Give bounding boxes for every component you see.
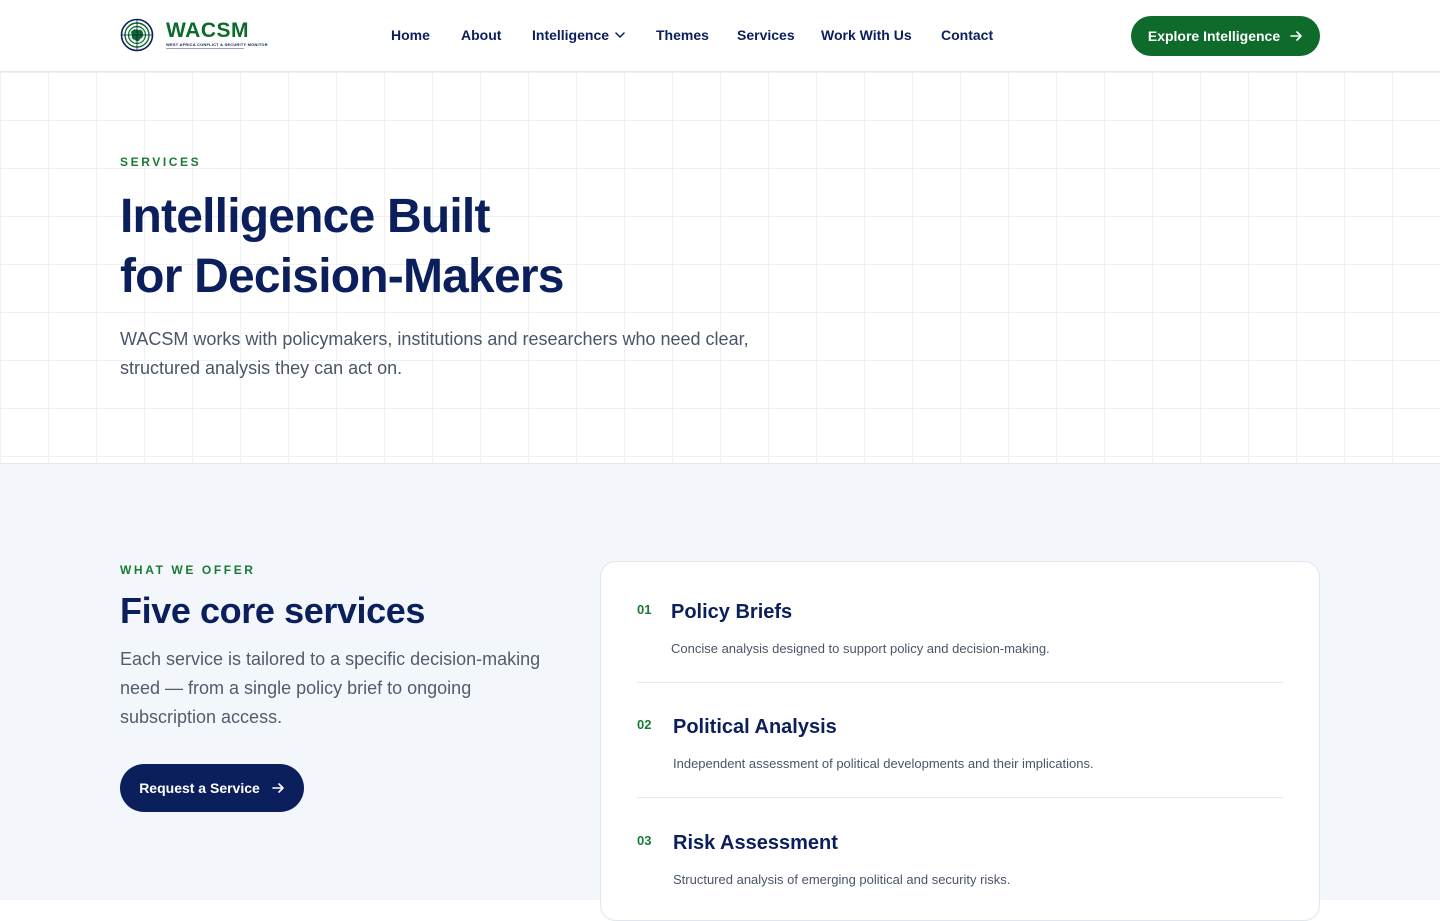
service-divider — [637, 797, 1283, 798]
service-divider — [637, 682, 1283, 683]
request-service-label: Request a Service — [139, 780, 260, 796]
hero-eyebrow: SERVICES — [120, 155, 202, 169]
nav-services[interactable]: Services — [737, 27, 795, 43]
nav-home[interactable]: Home — [391, 27, 430, 43]
hero-title: Intelligence Built for Decision-Makers — [120, 187, 820, 307]
globe-emblem-icon — [120, 18, 154, 52]
logo-brand-text: WACSM — [166, 19, 249, 42]
hero-section: SERVICES Intelligence Built for Decision… — [0, 72, 1440, 464]
explore-intelligence-button[interactable]: Explore Intelligence — [1131, 16, 1320, 56]
nav-intelligence[interactable]: Intelligence — [532, 27, 625, 43]
logo-tagline: WEST AFRICA CONFLICT & SECURITY MONITOR — [166, 42, 268, 47]
service-name: Political Analysis — [673, 716, 837, 738]
service-description: Concise analysis designed to support pol… — [671, 641, 1050, 656]
service-description: Structured analysis of emerging politica… — [673, 872, 1011, 887]
chevron-down-icon — [615, 32, 625, 38]
service-number: 02 — [637, 717, 652, 732]
hero-title-line-1: Intelligence Built — [120, 190, 490, 243]
arrow-right-icon — [272, 783, 284, 793]
hero-subtitle: WACSM works with policymakers, instituti… — [120, 329, 749, 378]
service-description: Independent assessment of political deve… — [673, 756, 1094, 771]
service-number: 03 — [637, 833, 652, 848]
offer-eyebrow: WHAT WE OFFER — [120, 563, 256, 577]
request-service-button[interactable]: Request a Service — [120, 764, 304, 812]
wacsm-logo[interactable]: WACSM WEST AFRICA CONFLICT & SECURITY MO… — [120, 17, 268, 53]
nav-intelligence-label: Intelligence — [532, 27, 610, 43]
service-number: 01 — [637, 602, 652, 617]
service-name: Policy Briefs — [671, 601, 793, 623]
services-card: 01 Policy Briefs Concise analysis design… — [600, 561, 1320, 921]
arrow-right-icon — [1290, 31, 1302, 41]
explore-intelligence-label: Explore Intelligence — [1147, 28, 1281, 44]
nav-themes[interactable]: Themes — [656, 27, 709, 43]
what-we-offer-section: WHAT WE OFFER Five core services Each se… — [0, 464, 1440, 921]
site-header: WACSM WEST AFRICA CONFLICT & SECURITY MO… — [0, 0, 1440, 72]
nav-contact[interactable]: Contact — [941, 27, 993, 43]
logo-tagline-rule — [166, 48, 244, 49]
nav-about[interactable]: About — [461, 27, 501, 43]
offer-description: Each service is tailored to a specific d… — [120, 649, 541, 727]
offer-title: Five core services — [120, 590, 426, 631]
nav-work-with-us[interactable]: Work With Us — [821, 27, 912, 43]
hero-title-line-2: for Decision-Makers — [120, 250, 564, 303]
service-name: Risk Assessment — [673, 832, 838, 854]
